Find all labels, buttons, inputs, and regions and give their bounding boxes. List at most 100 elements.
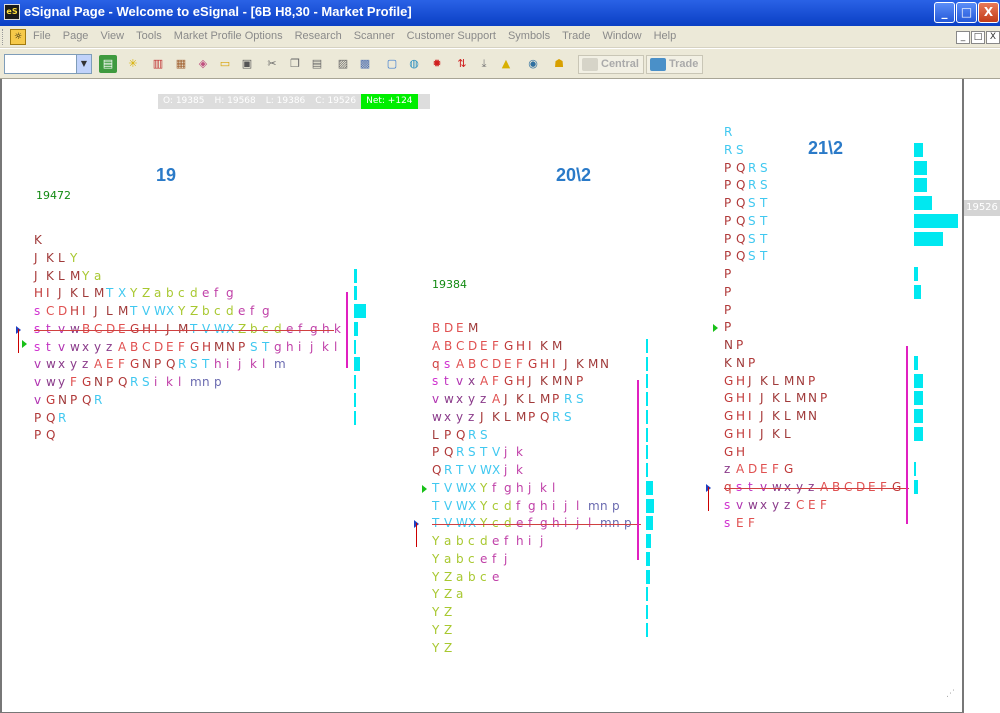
menu-item-file[interactable]: File	[33, 30, 51, 42]
chart-icon[interactable]: ▥	[149, 55, 167, 73]
low-price: L: 19386	[265, 96, 306, 106]
volume-bar	[354, 410, 356, 425]
menu-item-view[interactable]: View	[100, 30, 124, 42]
trade-button[interactable]: Trade	[646, 55, 704, 74]
tpo-row: s C D H I J L M T V WX Y Zb c d e f g	[34, 304, 270, 318]
range-tick-line	[708, 487, 709, 511]
open-marker-icon	[713, 324, 718, 332]
tpo-row: Yabcefj	[432, 551, 508, 566]
updown-arrows-icon[interactable]: ⇅	[453, 55, 471, 73]
tpo-row: PQR	[34, 410, 67, 425]
help-icon[interactable]: ☗	[550, 55, 568, 73]
quote-window-icon[interactable]: ▤	[99, 55, 117, 73]
volume-bar	[646, 587, 648, 602]
menu-gripper-icon[interactable]	[2, 29, 5, 45]
day-label: 21\2	[808, 138, 844, 158]
symbol-combo[interactable]: ▼	[4, 54, 92, 74]
tick-chart-icon[interactable]: ▦	[172, 55, 190, 73]
volume-bar	[354, 286, 357, 301]
window-icon[interactable]: ▢	[383, 55, 401, 73]
open-folder-icon[interactable]: ▭	[216, 55, 234, 73]
tpo-row: YZabce	[432, 569, 500, 584]
tpo-row: P	[724, 302, 732, 317]
menu-item-symbols[interactable]: Symbols	[508, 30, 550, 42]
tpo-row: stvxAFGHJKMNP	[432, 374, 584, 389]
close-button[interactable]: X	[978, 2, 999, 23]
tpo-row: vwxyzAJKLMPRS	[432, 392, 584, 406]
mdi-minimize-button[interactable]: _	[956, 31, 970, 44]
menu-item-trade[interactable]: Trade	[562, 30, 590, 42]
value-area-line	[346, 292, 348, 368]
open-marker-icon	[422, 485, 427, 493]
menu-item-window[interactable]: Window	[602, 30, 641, 42]
volume-bar	[354, 375, 357, 389]
tpo-row: PQST	[724, 249, 768, 264]
tpo-row: qsABCDEFGHIJKMN	[432, 356, 609, 371]
volume-bar	[914, 160, 928, 175]
volume-bar	[914, 284, 921, 299]
paste-icon[interactable]: ▤	[308, 55, 326, 73]
tpo-row: PQRS	[724, 160, 768, 175]
volume-bar	[914, 355, 919, 370]
mdi-close-button[interactable]: X	[986, 31, 1000, 44]
chevron-down-icon[interactable]: ▼	[76, 55, 91, 73]
volume-bar	[914, 391, 923, 406]
volume-bar	[646, 516, 654, 531]
central-button[interactable]: Central	[578, 55, 644, 74]
save-icon[interactable]: ▣	[238, 55, 256, 73]
tpo-row: PQRS	[724, 178, 768, 193]
download-icon[interactable]: ⤓	[475, 55, 493, 73]
poc-strike-line	[432, 524, 642, 526]
tpo-row: GHIJKLMNP	[724, 391, 828, 406]
tpo-row: YZ	[432, 605, 453, 619]
open-price-label: 19472	[36, 189, 71, 202]
news-icon[interactable]: ◈	[194, 55, 212, 73]
volume-bar	[646, 409, 648, 424]
tpo-row: R	[724, 125, 733, 139]
quote-bar: O: 19385 H: 19568 L: 19386 C: 19526 Net:…	[158, 94, 430, 109]
resize-grip-icon[interactable]: ⋰	[946, 689, 955, 699]
menu-item-customer-support[interactable]: Customer Support	[407, 30, 496, 42]
volume-bar	[914, 480, 919, 494]
volume-bar	[646, 551, 650, 566]
day-label: 19	[156, 165, 177, 185]
print-icon[interactable]: ▨	[334, 55, 352, 73]
volume-bar	[354, 339, 356, 354]
layout-icon[interactable]: ▩	[356, 55, 374, 73]
document-icon[interactable]: ☼	[10, 29, 26, 45]
alert-icon[interactable]: ✹	[428, 55, 446, 73]
volume-bar	[914, 409, 923, 423]
menu-item-tools[interactable]: Tools	[136, 30, 162, 42]
maximize-button[interactable]: □	[956, 2, 977, 23]
tpo-row: JKLMYa	[34, 268, 102, 283]
tpo-row: ABCDEFGHIKM	[432, 338, 563, 353]
mdi-restore-button[interactable]: □	[971, 31, 985, 44]
cut-icon[interactable]: ✂	[263, 55, 281, 73]
tpo-row: P	[724, 320, 732, 335]
menu-item-scanner[interactable]: Scanner	[354, 30, 395, 42]
tpo-row: LPQRS	[432, 427, 488, 442]
tpo-row: T V WX Yf g h j k l	[432, 480, 556, 495]
open-price-label: 19384	[432, 278, 467, 291]
minimize-button[interactable]: _	[934, 2, 955, 23]
tpo-row: GH	[724, 444, 746, 459]
menu-item-help[interactable]: Help	[654, 30, 677, 42]
search-icon[interactable]: ◉	[524, 55, 542, 73]
esignal-app-icon[interactable]: eS	[4, 4, 20, 20]
volume-bar	[646, 445, 648, 460]
copy-icon[interactable]: ❐	[286, 55, 304, 73]
volume-bar	[354, 304, 366, 318]
tpo-row: HIJKLMTXYZabcdefg	[34, 286, 234, 301]
tpo-row: stvwxyzABCDEFGHMNPSTghijkl	[34, 339, 338, 354]
menu-item-research[interactable]: Research	[295, 30, 342, 42]
new-page-icon[interactable]: ✳	[124, 55, 142, 73]
volume-bar	[354, 321, 358, 336]
volume-bar	[914, 462, 917, 477]
volume-bar	[646, 480, 654, 495]
menu-item-market-profile-options[interactable]: Market Profile Options	[174, 30, 283, 42]
poc-strike-line	[34, 329, 334, 331]
bell-icon[interactable]: ▲	[497, 55, 515, 73]
menu-item-page[interactable]: Page	[63, 30, 89, 42]
volume-bar	[646, 392, 648, 406]
globe-icon[interactable]: ◍	[405, 55, 423, 73]
